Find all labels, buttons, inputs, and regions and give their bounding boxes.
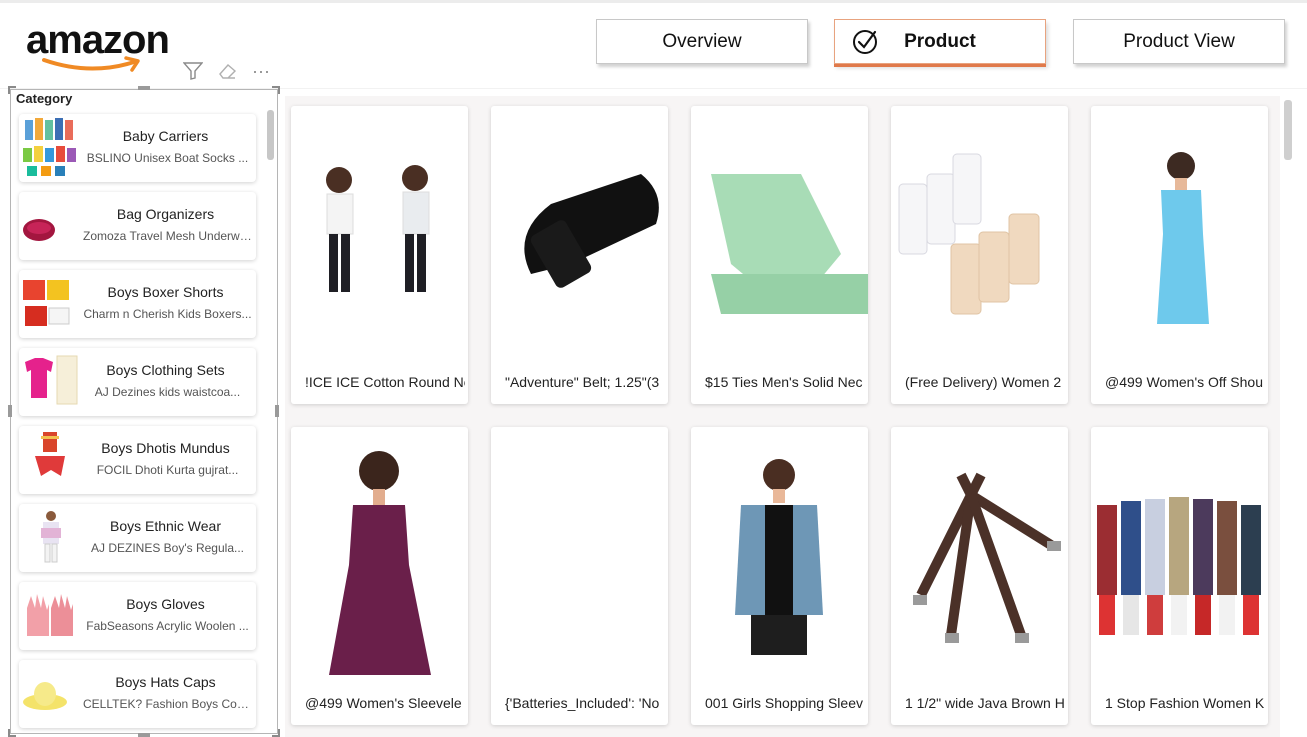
product-card[interactable]: 001 Girls Shopping Sleev	[691, 427, 868, 725]
eraser-icon[interactable]	[216, 60, 238, 82]
category-subtitle: BSLINO Unisex Boat Socks ...	[86, 151, 249, 165]
resize-corner-top-right[interactable]	[272, 86, 280, 94]
boxer-shorts-thumbnail	[23, 280, 70, 326]
product-image-denim-jacket	[735, 459, 823, 655]
product-image-bra-extenders	[898, 153, 1040, 315]
product-title: 1 Stop Fashion Women K	[1105, 695, 1265, 711]
category-subtitle: CELLTEK? Fashion Boys Cool B...	[83, 697, 252, 711]
logo-smile-icon	[42, 56, 140, 72]
product-image-kurtis	[1097, 497, 1261, 635]
product-title: @499 Women's Off Shou	[1105, 374, 1264, 390]
category-item-boys-hats-caps[interactable]: Boys Hats Caps CELLTEK? Fashion Boys Coo…	[19, 660, 256, 728]
category-item-boys-clothing-sets[interactable]: Boys Clothing Sets AJ Dezines kids waist…	[19, 348, 256, 416]
resize-handle-bottom[interactable]	[138, 733, 150, 737]
bag-thumbnail	[23, 219, 55, 241]
category-subtitle: FabSeasons Acrylic Woolen ...	[86, 619, 249, 633]
product-title: 1 1/2" wide Java Brown H	[905, 695, 1065, 711]
hat-thumbnail	[23, 682, 67, 710]
category-name: Boys Gloves	[126, 596, 205, 612]
product-image-purple-dress	[329, 451, 431, 675]
product-view-button[interactable]: Product View	[1073, 19, 1285, 64]
overview-label: Overview	[662, 30, 742, 52]
product-title: (Free Delivery) Women 2	[905, 374, 1062, 390]
category-name: Boys Boxer Shorts	[107, 284, 224, 300]
product-image-belt	[524, 174, 659, 288]
visual-toolbar: ···	[182, 60, 272, 82]
product-image-blue-dress	[1157, 152, 1209, 324]
product-view-label: Product View	[1123, 30, 1235, 52]
slicer-scrollbar[interactable]	[267, 110, 274, 160]
check-circle-icon	[853, 30, 877, 54]
product-title: 001 Girls Shopping Sleev	[705, 695, 863, 711]
category-subtitle: AJ DEZINES Boy's Regula...	[90, 541, 244, 555]
clothing-set-thumbnail	[25, 355, 78, 405]
product-grid: !ICE ICE Cotton Round Ne "Adventure" Bel…	[285, 96, 1280, 737]
socks-thumbnail	[23, 118, 76, 176]
dhoti-thumbnail	[35, 432, 65, 476]
category-name: Boys Clothing Sets	[106, 362, 225, 378]
category-subtitle: FOCIL Dhoti Kurta gujrat...	[96, 463, 239, 477]
product-card[interactable]: !ICE ICE Cotton Round Ne	[291, 106, 468, 404]
category-item-bag-organizers[interactable]: Bag Organizers Zomoza Travel Mesh Underw…	[19, 192, 256, 260]
top-border	[0, 0, 1307, 3]
product-card[interactable]: 1 Stop Fashion Women K	[1091, 427, 1268, 725]
category-item-boys-gloves[interactable]: Boys Gloves FabSeasons Acrylic Woolen ..…	[19, 582, 256, 650]
category-name: Boys Dhotis Mundus	[101, 440, 230, 456]
resize-handle-right[interactable]	[275, 405, 279, 417]
report-page: amazon ··· Overview Product Product View…	[0, 0, 1307, 737]
product-title: @499 Women's Sleevele	[305, 695, 462, 711]
product-title: $15 Ties Men's Solid Nec	[705, 374, 863, 390]
more-options-icon[interactable]: ···	[250, 60, 272, 82]
category-name: Baby Carriers	[122, 128, 209, 144]
category-name: Bag Organizers	[116, 206, 215, 222]
product-card[interactable]: {'Batteries_Included': 'No	[491, 427, 668, 725]
category-name: Boys Ethnic Wear	[109, 518, 221, 534]
resize-corner-bottom-right[interactable]	[272, 729, 280, 737]
resize-handle-top[interactable]	[138, 86, 150, 90]
product-image-suspenders	[913, 472, 1061, 643]
category-item-boys-dhotis-mundus[interactable]: Boys Dhotis Mundus FOCIL Dhoti Kurta guj…	[19, 426, 256, 494]
slicer-title: Category	[16, 91, 73, 106]
filter-icon[interactable]	[182, 60, 204, 82]
category-item-boys-boxer-shorts[interactable]: Boys Boxer Shorts Charm n Cherish Kids B…	[19, 270, 256, 338]
category-item-boys-ethnic-wear[interactable]: Boys Ethnic Wear AJ DEZINES Boy's Regula…	[19, 504, 256, 572]
gloves-thumbnail	[27, 594, 73, 636]
category-name: Boys Hats Caps	[115, 674, 216, 690]
product-title: "Adventure" Belt; 1.25"(3	[505, 374, 660, 390]
product-card[interactable]: @499 Women's Sleevele	[291, 427, 468, 725]
grid-scrollbar[interactable]	[1284, 100, 1292, 160]
category-subtitle: Charm n Cherish Kids Boxers...	[83, 307, 252, 321]
overview-button[interactable]: Overview	[596, 19, 808, 64]
product-card[interactable]: 1 1/2" wide Java Brown H	[891, 427, 1068, 725]
product-title: {'Batteries_Included': 'No	[505, 695, 660, 711]
resize-corner-top-left[interactable]	[8, 86, 16, 94]
category-list: Baby Carriers BSLINO Unisex Boat Socks .…	[19, 114, 259, 733]
amazon-logo: amazon	[24, 18, 194, 78]
product-image-tie	[711, 174, 868, 314]
category-item-baby-carriers[interactable]: Baby Carriers BSLINO Unisex Boat Socks .…	[19, 114, 256, 182]
product-label: Product	[904, 30, 976, 52]
product-button[interactable]: Product	[834, 19, 1046, 64]
category-subtitle: AJ Dezines kids waistcoa...	[94, 385, 241, 399]
category-slicer: Category Baby Carriers BSLINO Unisex Boa…	[10, 89, 278, 734]
resize-corner-bottom-left[interactable]	[8, 729, 16, 737]
product-card[interactable]: $15 Ties Men's Solid Nec	[691, 106, 868, 404]
ethnic-wear-thumbnail	[41, 511, 61, 563]
category-subtitle: Zomoza Travel Mesh Underwea...	[83, 229, 252, 243]
product-card[interactable]: "Adventure" Belt; 1.25"(3	[491, 106, 668, 404]
resize-handle-left[interactable]	[8, 405, 12, 417]
product-title: !ICE ICE Cotton Round Ne	[305, 374, 465, 390]
product-card[interactable]: (Free Delivery) Women 2	[891, 106, 1068, 404]
product-image-kids-tshirts	[326, 165, 430, 292]
product-card[interactable]: @499 Women's Off Shou	[1091, 106, 1268, 404]
